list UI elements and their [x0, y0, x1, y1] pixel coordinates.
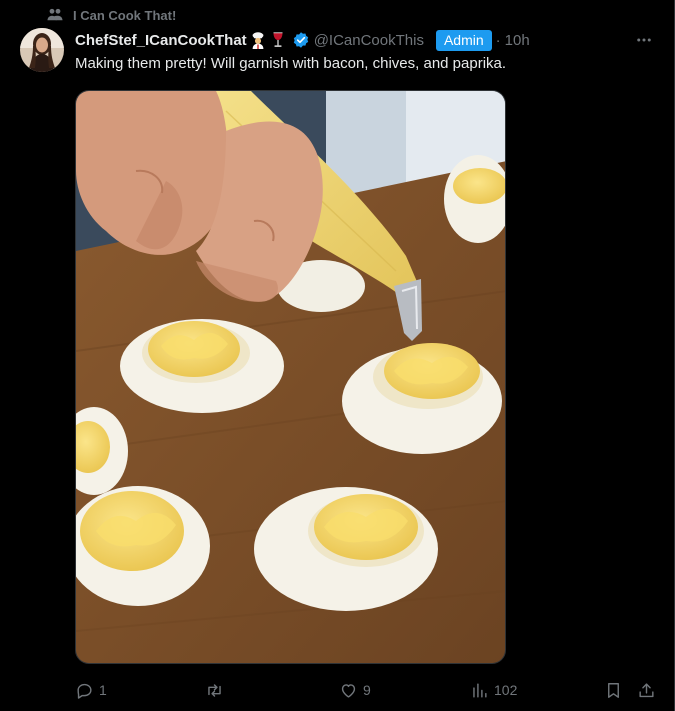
verified-badge-icon[interactable]: [292, 31, 310, 49]
post-text: Making them pretty! Will garnish with ba…: [75, 55, 507, 72]
wine-glass-emoji: [269, 31, 287, 49]
like-count: 9: [363, 682, 371, 698]
community-icon: [46, 6, 64, 24]
separator-dot: ·: [495, 31, 501, 49]
avatar[interactable]: [20, 28, 64, 72]
post[interactable]: I Can Cook That! ChefStef_ICanCookThat @…: [0, 0, 675, 711]
bookmark-icon: [604, 681, 623, 700]
admin-badge: Admin: [435, 29, 492, 51]
views-chart-icon: [470, 681, 489, 700]
repost-icon: [205, 681, 224, 700]
reply-button[interactable]: 1: [75, 678, 107, 702]
post-header: ChefStef_ICanCookThat @ICanCookThis Admi…: [75, 29, 658, 51]
like-button[interactable]: 9: [339, 678, 371, 702]
reply-count: 1: [99, 682, 107, 698]
community-name: I Can Cook That!: [73, 7, 177, 23]
more-options-icon[interactable]: [634, 30, 654, 50]
community-context[interactable]: I Can Cook That!: [46, 5, 176, 25]
heart-icon: [339, 681, 358, 700]
share-icon: [637, 681, 656, 700]
chef-emoji: [249, 31, 267, 49]
post-media-photo[interactable]: [75, 90, 506, 664]
bookmark-button[interactable]: [604, 678, 623, 702]
repost-button[interactable]: [205, 678, 229, 702]
post-timestamp[interactable]: 10h: [505, 32, 530, 49]
views-button[interactable]: 102: [470, 678, 517, 702]
share-button[interactable]: [637, 678, 656, 702]
user-handle[interactable]: @ICanCookThis: [314, 32, 424, 49]
post-actions: 1 9 102: [75, 678, 659, 702]
display-name[interactable]: ChefStef_ICanCookThat: [75, 32, 247, 49]
view-count: 102: [494, 682, 518, 698]
reply-icon: [75, 681, 94, 700]
